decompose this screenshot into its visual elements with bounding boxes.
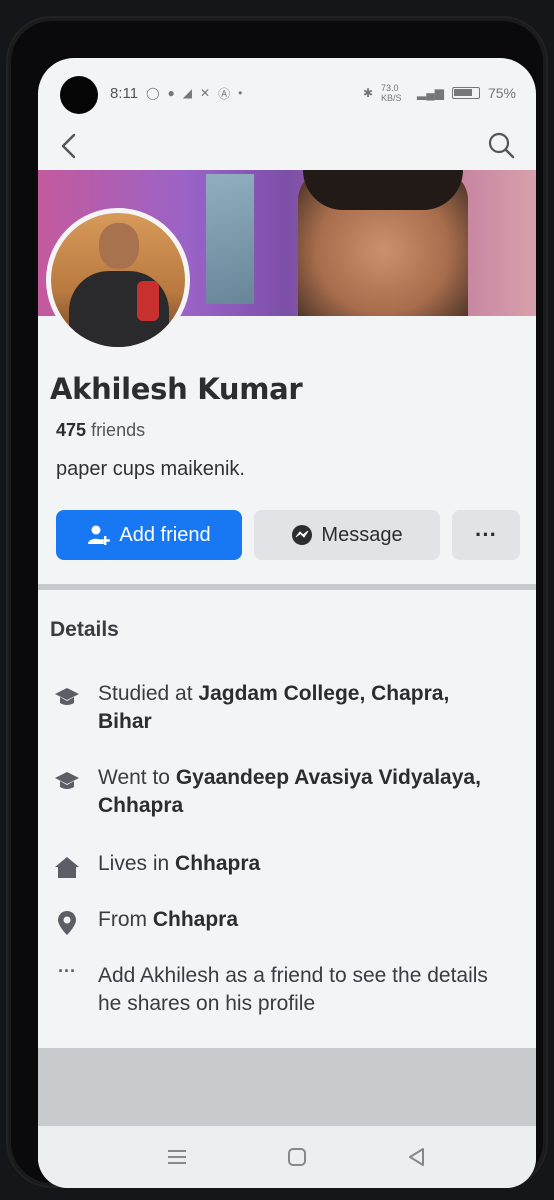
network-speed: 73.0 KB/S: [381, 83, 402, 103]
status-bar: 8:11 ◯ ● ◢ ✕ Ⓐ • ✱ 73.0 KB/S ▂▄▆ 75%: [110, 82, 516, 104]
profile-bio: paper cups maikenik.: [56, 458, 245, 480]
back-triangle-icon[interactable]: [404, 1144, 430, 1170]
back-icon[interactable]: [56, 132, 82, 160]
add-friend-label: Add friend: [119, 523, 211, 546]
lives-prefix: Lives in: [98, 852, 176, 875]
detail-studied: Studied at Jagdam College, Chapra, Bihar: [38, 680, 536, 736]
friends-label: friends: [91, 420, 146, 440]
message-label: Message: [321, 523, 403, 546]
avatar-head: [99, 223, 139, 269]
detail-lives-in: Lives in Chhapra: [38, 850, 536, 882]
system-nav-bar: [38, 1126, 536, 1188]
phone-frame: 8:11 ◯ ● ◢ ✕ Ⓐ • ✱ 73.0 KB/S ▂▄▆ 75% Akh…: [8, 18, 546, 1188]
message-button[interactable]: Message: [254, 510, 440, 560]
home-icon: [52, 852, 82, 882]
profile-picture[interactable]: [46, 208, 190, 352]
friends-count: 475: [56, 420, 87, 440]
detail-from: From Chhapra: [38, 906, 536, 938]
app-icon: Ⓐ: [218, 86, 231, 101]
friends-count-line[interactable]: 475 friends: [56, 420, 145, 441]
details-heading: Details: [50, 618, 119, 641]
x-icon: ✕: [200, 86, 211, 100]
battery-level: 75%: [487, 85, 516, 101]
telegram-icon: ◢: [182, 86, 193, 100]
top-bar: [38, 122, 536, 168]
cover-window: [206, 174, 254, 304]
more-dots-icon: ···: [475, 522, 497, 547]
messenger-icon: [292, 525, 313, 545]
search-icon[interactable]: [486, 130, 516, 160]
avatar: [51, 213, 185, 347]
chat-icon: ●: [167, 86, 175, 100]
friend-notice-text: Add Akhilesh as a friend to see the deta…: [98, 964, 488, 1015]
dot-icon: •: [238, 86, 243, 100]
signal-icon: ▂▄▆: [417, 86, 444, 100]
more-dots-icon: ···: [58, 960, 76, 981]
more-options-button[interactable]: ···: [452, 510, 520, 560]
screen: 8:11 ◯ ● ◢ ✕ Ⓐ • ✱ 73.0 KB/S ▂▄▆ 75% Akh…: [38, 58, 536, 1188]
whatsapp-icon: ◯: [146, 86, 160, 100]
went-prefix: Went to: [98, 766, 176, 789]
studied-prefix: Studied at: [98, 682, 199, 705]
detail-went-to: Went to Gyaandeep Avasiya Vidyalaya, Chh…: [38, 764, 536, 820]
menu-icon[interactable]: [164, 1144, 190, 1170]
front-camera: [60, 76, 98, 114]
location-pin-icon: [52, 908, 82, 938]
section-divider: [38, 584, 536, 590]
add-friend-icon: [88, 525, 111, 545]
cover-hair: [303, 170, 463, 210]
from-place[interactable]: Chhapra: [153, 908, 238, 931]
profile-name: Akhilesh Kumar: [50, 372, 303, 406]
battery-icon: [451, 87, 480, 99]
status-time: 8:11: [110, 84, 139, 102]
education-icon: [52, 766, 82, 796]
home-square-icon[interactable]: [284, 1144, 310, 1170]
bluetooth-icon: ✱: [362, 86, 373, 100]
avatar-phone: [137, 281, 159, 321]
from-prefix: From: [98, 908, 153, 931]
footer-band: [38, 1048, 536, 1126]
add-friend-button[interactable]: Add friend: [56, 510, 242, 560]
education-icon: [52, 682, 82, 712]
detail-friend-notice: ··· Add Akhilesh as a friend to see the …: [38, 961, 536, 1018]
lives-place[interactable]: Chhapra: [175, 852, 260, 875]
